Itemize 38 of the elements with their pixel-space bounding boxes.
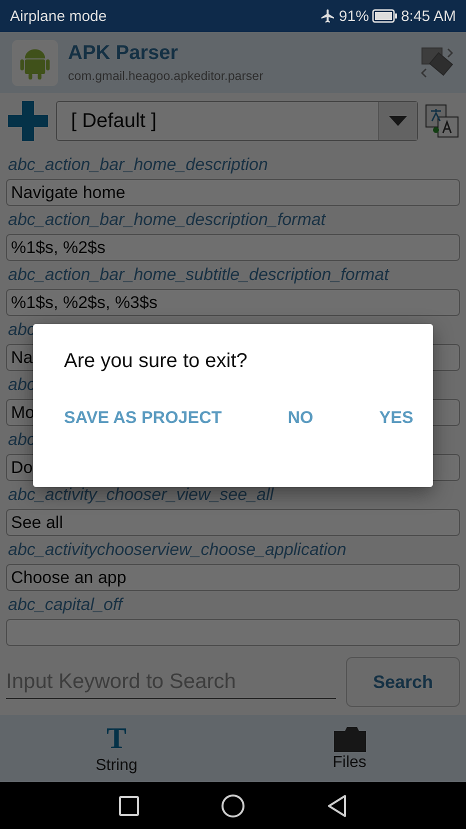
bottom-tab[interactable]: T String [0,715,233,782]
package-name: com.gmail.heagoo.apkeditor.parser [68,69,264,83]
back-icon[interactable] [327,794,347,816]
string-value-field[interactable]: Navigate home [6,179,460,206]
bottom-tab[interactable]: Files [233,715,466,782]
battery-icon [372,9,398,23]
clock: 8:45 AM [400,8,456,24]
recents-icon[interactable] [119,796,139,816]
app-title: APK Parser [68,42,180,65]
string-key: abc_activity_chooser_view_see_all [6,481,460,509]
dialog-message: Are you sure to exit? [64,350,248,373]
string-value-field[interactable]: %1$s, %2$s, %3$s [6,289,460,316]
add-icon[interactable] [6,99,50,143]
string-key: abc_action_bar_home_description [6,151,460,179]
string-key: abc_action_bar_home_description_format [6,206,460,234]
status-text: Airplane mode [10,8,107,24]
text-icon: T [106,722,126,754]
string-key: abc [6,371,460,399]
dialog-button[interactable]: NO [288,408,314,428]
language-dropdown[interactable]: [ Default ] [56,101,418,141]
string-key: abc [6,426,460,454]
string-value-field[interactable]: %1$s, %2$s [6,234,460,261]
airplane-icon [320,8,336,24]
string-key: abc_action_bar_home_subtitle_description_format [6,261,460,289]
folder-icon [334,726,366,752]
string-value-field[interactable] [6,619,460,646]
string-value-field[interactable]: Choose an app [6,564,460,591]
home-icon[interactable] [221,794,245,818]
dialog-button[interactable]: SAVE AS PROJECT [64,408,222,428]
string-key: abc_capital_off [6,591,460,619]
string-key: abc_activitychooserview_choose_application [6,536,460,564]
caret-icon [389,116,407,126]
string-value-field[interactable]: See all [6,509,460,536]
dialog-button[interactable]: YES [379,408,414,428]
android-logo-icon [12,40,58,86]
battery-percent: 91% [338,8,369,24]
search-button[interactable]: Search [346,657,460,707]
translate-icon[interactable] [424,103,460,139]
